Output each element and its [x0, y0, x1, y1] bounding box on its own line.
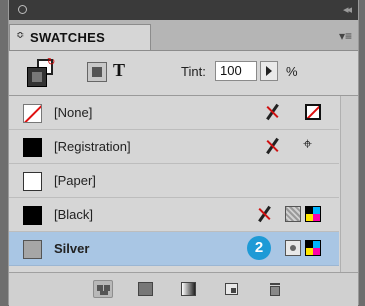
- swatch-chip-black: [23, 206, 42, 225]
- not-editable-icon: [263, 102, 281, 122]
- swatch-name: Silver: [54, 241, 90, 256]
- tab-label: SWATCHES: [30, 30, 106, 45]
- collapse-panel-icon[interactable]: ◂◂: [343, 3, 352, 16]
- swatch-chip-silver: [23, 240, 42, 259]
- swatches-bottom-bar: [9, 272, 358, 306]
- tab-swatches[interactable]: ≎ SWATCHES: [9, 24, 151, 50]
- tint-label: Tint:: [181, 64, 206, 79]
- tint-slider-arrow-button[interactable]: [260, 61, 278, 81]
- close-icon[interactable]: [18, 5, 27, 14]
- swatch-row-black[interactable]: [Black]: [9, 198, 339, 232]
- swatch-chip-registration: [23, 138, 42, 157]
- formatting-affects-container-icon[interactable]: [87, 62, 107, 82]
- none-indicator-icon: [305, 104, 321, 120]
- not-editable-icon: [263, 136, 281, 156]
- cmyk-mode-icon: [305, 240, 321, 256]
- show-gradient-swatches-button[interactable]: [179, 280, 199, 298]
- tint-input[interactable]: 100: [215, 61, 257, 81]
- step-number-badge: 2: [247, 236, 271, 260]
- show-all-swatches-button[interactable]: [93, 280, 113, 298]
- swatch-name: [None]: [54, 105, 93, 120]
- swatch-row-paper[interactable]: [Paper]: [9, 164, 339, 198]
- fill-stroke-swap-icon[interactable]: ↻: [27, 57, 57, 87]
- cmyk-mode-icon: [305, 206, 321, 222]
- swap-arrow-icon[interactable]: ↻: [47, 57, 55, 68]
- swatch-row-registration[interactable]: [Registration] ⌖: [9, 130, 339, 164]
- panel-menu-icon[interactable]: ▾≡: [339, 29, 352, 43]
- panel-title-bar[interactable]: ◂◂: [9, 0, 358, 20]
- fill-box-icon[interactable]: [27, 67, 47, 87]
- delete-swatch-icon[interactable]: [265, 280, 285, 298]
- new-swatch-button[interactable]: [222, 280, 242, 298]
- swatch-list-scrollbar[interactable]: [340, 96, 358, 272]
- swatch-name: [Black]: [54, 207, 94, 222]
- registration-target-icon: ⌖: [303, 136, 313, 153]
- tab-resize-arrows-icon: ≎: [16, 30, 25, 41]
- swatch-chip-paper: [23, 172, 42, 191]
- swatch-row-none[interactable]: [None]: [9, 96, 339, 130]
- not-editable-icon: [255, 204, 273, 224]
- swatch-row-silver[interactable]: Silver: [9, 232, 339, 266]
- spot-color-icon: [285, 240, 301, 256]
- tint-percent-unit: %: [286, 64, 298, 79]
- formatting-affects-text-icon[interactable]: T: [113, 60, 125, 81]
- swatches-panel: ◂◂ ≎ SWATCHES ▾≡ ↻ T Tint: 100 % [None]: [8, 0, 359, 306]
- process-color-icon: [285, 206, 301, 222]
- swatch-name: [Registration]: [54, 139, 131, 154]
- panel-tab-row: ≎ SWATCHES ▾≡: [9, 20, 358, 51]
- swatch-list: [None] [Registration] ⌖ [Paper] [Black]: [9, 96, 358, 270]
- swatches-toolbar: ↻ T Tint: 100 %: [9, 51, 358, 96]
- swatch-name: [Paper]: [54, 173, 96, 188]
- show-color-swatches-button[interactable]: [136, 280, 156, 298]
- swatch-chip-none: [23, 104, 42, 123]
